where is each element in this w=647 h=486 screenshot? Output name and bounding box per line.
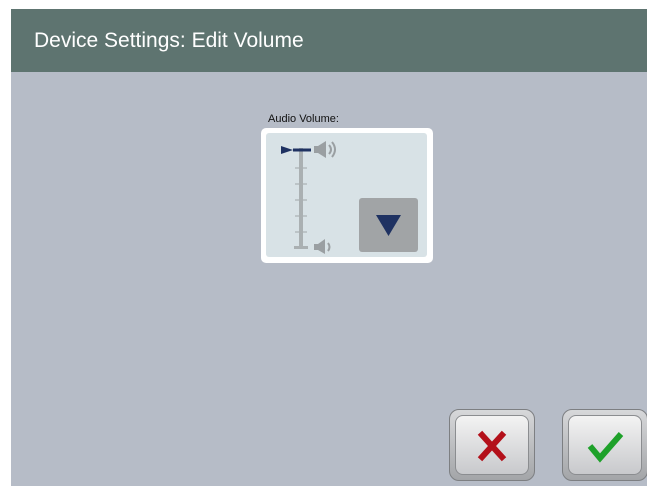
x-icon xyxy=(477,430,507,462)
header-bar: Device Settings: Edit Volume xyxy=(11,9,647,72)
cancel-button[interactable] xyxy=(449,409,535,481)
volume-control xyxy=(261,128,433,263)
volume-down-button[interactable] xyxy=(359,198,418,252)
settings-screen: Device Settings: Edit Volume Audio Volum… xyxy=(11,9,647,486)
volume-panel xyxy=(266,133,427,257)
checkmark-icon xyxy=(587,432,624,463)
confirm-button[interactable] xyxy=(562,409,647,481)
volume-level-indicator[interactable] xyxy=(281,146,311,154)
page-title: Device Settings: Edit Volume xyxy=(34,29,304,52)
audio-volume-label: Audio Volume: xyxy=(268,113,339,125)
speaker-loud-icon xyxy=(314,141,336,158)
speaker-quiet-icon xyxy=(314,239,331,254)
triangle-down-icon xyxy=(376,215,401,236)
arrow-right-icon xyxy=(281,146,293,154)
